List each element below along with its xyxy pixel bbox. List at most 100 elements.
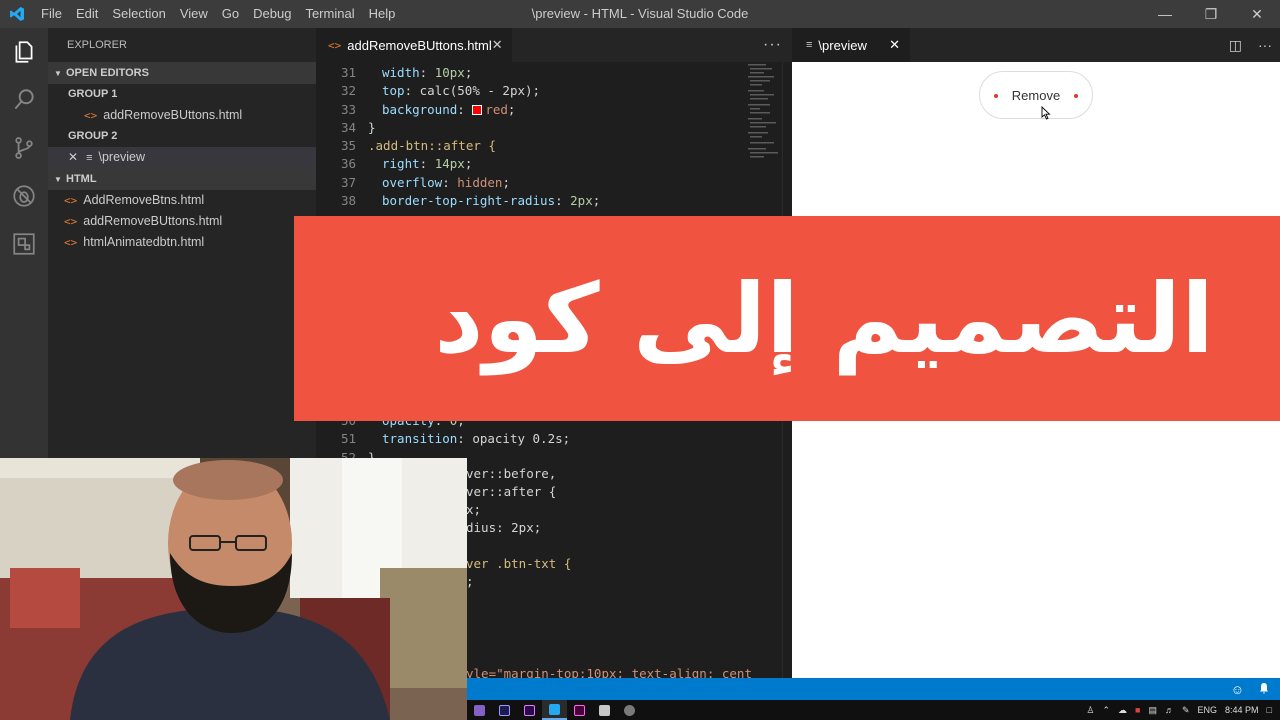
pen-icon[interactable]: ✎ (1182, 705, 1190, 716)
remove-button[interactable]: Remove (979, 71, 1093, 119)
menu-debug[interactable]: Debug (246, 0, 298, 28)
smiley-feedback-icon[interactable]: ☺ (1231, 682, 1244, 697)
code-fragment: ver::before, (466, 466, 557, 481)
taskbar-app-icon[interactable] (617, 700, 642, 720)
menu-edit[interactable]: Edit (69, 0, 105, 28)
html-file-icon: <> (64, 215, 78, 228)
code-text: .add-btn::after { (368, 138, 496, 154)
preview-tab-label: \preview (818, 37, 867, 53)
group-2-header: GROUP 2 (68, 130, 118, 142)
menu-file[interactable]: File (34, 0, 69, 28)
preview-file-icon: ≡ (806, 39, 813, 51)
split-editor-icon[interactable]: ◫ (1229, 28, 1242, 62)
search-icon[interactable] (0, 76, 48, 124)
tray-app-icon[interactable]: ■ (1135, 705, 1140, 715)
debug-icon[interactable] (0, 172, 48, 220)
cloud-icon[interactable]: ☁ (1118, 705, 1127, 716)
notifications-bell-icon[interactable] (1258, 682, 1270, 697)
clock[interactable]: 8:44 PM (1225, 705, 1259, 715)
preview-tab-bar: ≡ \preview ✕ ◫ ··· (792, 28, 1280, 62)
chevron-down-icon: ▼ (54, 69, 62, 78)
code-line: 35 .add-btn::after { (316, 137, 792, 155)
people-icon[interactable]: ♙ (1086, 705, 1094, 716)
taskbar-adobe-xd-icon[interactable] (567, 700, 592, 720)
explorer-file-item[interactable]: <> addRemoveBUttons.html (48, 211, 316, 232)
banner-title: التصميم إلى كود (434, 262, 1214, 375)
vscode-logo-icon (0, 0, 34, 28)
activity-bar (0, 28, 48, 458)
html-file-icon: <> (84, 109, 98, 122)
color-swatch-icon[interactable] (472, 104, 483, 115)
explorer-file-item[interactable]: <> AddRemoveBtns.html (48, 190, 316, 211)
line-number: 33 (340, 101, 356, 117)
code-text: background: red; (382, 101, 516, 117)
editor-tab-bar: <> addRemoveBUttons.html ✕ ··· (316, 28, 792, 62)
line-number: 34 (340, 119, 356, 135)
menu-selection[interactable]: Selection (105, 0, 172, 28)
more-actions-icon[interactable]: ··· (763, 28, 782, 62)
taskbar-app-icon[interactable] (592, 700, 617, 720)
left-dot-decoration (994, 94, 998, 98)
network-icon[interactable]: ▤ (1148, 705, 1157, 716)
code-line: 38 border-top-right-radius: 2px; (316, 192, 792, 210)
menu-go[interactable]: Go (215, 0, 246, 28)
html-file-icon: <> (328, 38, 342, 52)
more-actions-icon[interactable]: ··· (1258, 28, 1272, 62)
taskbar-premiere-icon[interactable] (492, 700, 517, 720)
restore-icon[interactable]: ❐ (1188, 0, 1234, 28)
code-text: width: 10px; (382, 65, 473, 80)
open-editors-header[interactable]: ▼ OPEN EDITORS (48, 62, 316, 84)
menu-view[interactable]: View (173, 0, 215, 28)
line-number: 51 (340, 431, 356, 447)
close-tab-icon[interactable]: ✕ (492, 37, 503, 53)
action-center-icon[interactable]: □ (1267, 705, 1272, 715)
line-number: 37 (340, 174, 356, 190)
language-indicator[interactable]: ENG (1198, 705, 1218, 715)
close-editor-icon[interactable]: ✕ (68, 150, 78, 164)
taskbar-visual-studio-icon[interactable] (467, 700, 492, 720)
minimize-icon[interactable]: — (1142, 0, 1188, 28)
code-fragment: yle="margin-top:10px; text-align: cent (466, 666, 752, 678)
line-number: 31 (340, 65, 356, 80)
status-bar: ☺ (467, 678, 1280, 700)
code-text: } (368, 119, 376, 135)
code-line: 31 width: 10px; (316, 64, 792, 82)
system-tray: ♙ ⌃ ☁ ■ ▤ ♬ ✎ ENG 8:44 PM □ (1086, 705, 1280, 716)
open-editor-item[interactable]: <> addRemoveBUttons.html (48, 105, 316, 126)
html-folder-header[interactable]: ▼ HTML (48, 168, 316, 190)
taskbar-vscode-icon[interactable] (542, 700, 567, 720)
files-icon[interactable] (0, 28, 48, 76)
code-line: 32 top: calc(50% - 2px); (316, 82, 792, 100)
right-dot-decoration (1074, 94, 1078, 98)
chevron-down-icon: ▼ (54, 175, 62, 184)
preview-tab-actions: ◫ ··· (1229, 28, 1272, 62)
menu-help[interactable]: Help (362, 0, 403, 28)
close-window-icon[interactable]: ✕ (1234, 0, 1280, 28)
volume-icon[interactable]: ♬ (1165, 705, 1174, 715)
preview-tab[interactable]: ≡ \preview ✕ (792, 28, 910, 62)
line-number: 35 (340, 138, 356, 154)
window-controls: — ❐ ✕ (1142, 0, 1280, 28)
remove-button-label: Remove (1011, 87, 1061, 103)
line-number: 32 (340, 83, 356, 99)
html-file-icon: <> (64, 194, 78, 207)
line-number: 36 (340, 156, 356, 172)
code-line: 33 background: red; (316, 101, 792, 119)
code-area-upper[interactable]: 31 width: 10px; 32 top: calc(50% - 2px); 33 b… (316, 62, 792, 210)
editor-tab-active[interactable]: <> addRemoveBUttons.html ✕ (316, 28, 512, 62)
menu-terminal[interactable]: Terminal (298, 0, 361, 28)
explorer-file-item[interactable]: <> htmlAnimatedbtn.html (48, 232, 316, 253)
title-banner: التصميم إلى كود (294, 216, 1280, 421)
tray-chevron-up-icon[interactable]: ⌃ (1102, 705, 1110, 716)
taskbar-premiere-pro-icon[interactable] (517, 700, 542, 720)
minimap[interactable] (746, 62, 782, 182)
code-line: 37 overflow: hidden; (316, 174, 792, 192)
extensions-icon[interactable] (0, 220, 48, 268)
source-control-icon[interactable] (0, 124, 48, 172)
title-bar: File Edit Selection View Go Debug Termin… (0, 0, 1280, 28)
webcam-video (0, 458, 467, 720)
code-text: overflow: hidden; (382, 174, 510, 190)
open-editor-preview-item[interactable]: ✕ ≡ \preview (48, 147, 316, 168)
menu-bar: File Edit Selection View Go Debug Termin… (34, 0, 402, 28)
close-tab-icon[interactable]: ✕ (889, 37, 900, 53)
